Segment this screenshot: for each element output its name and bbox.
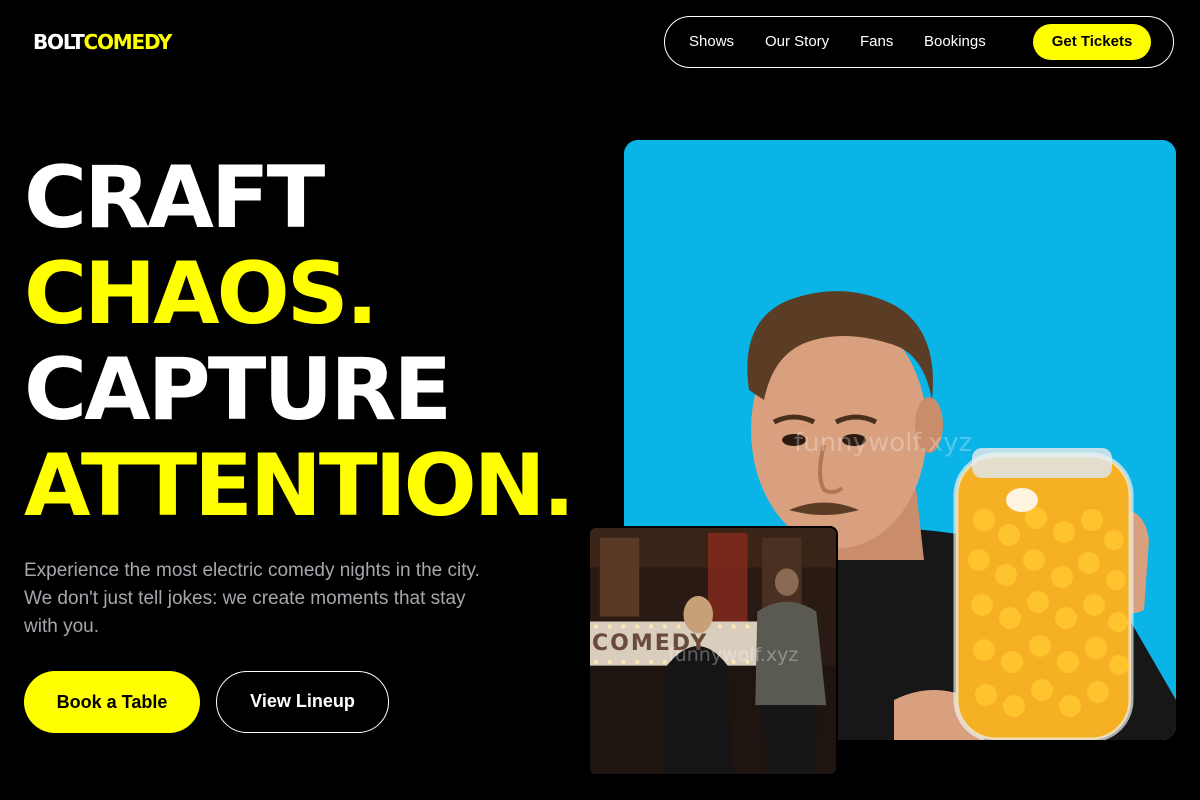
landing-page: BOLTCOMEDY Shows Our Story Fans Bookings…	[0, 0, 1200, 800]
nav-item-fans[interactable]: Fans	[860, 33, 893, 51]
hero-description: Experience the most electric comedy nigh…	[24, 560, 480, 637]
headline-line-attention: ATTENTION.	[24, 436, 575, 536]
logo-part-comedy: COMEDY	[83, 30, 173, 54]
get-tickets-button[interactable]: Get Tickets	[1033, 24, 1151, 60]
headline-line-chaos: CHAOS.	[24, 244, 378, 344]
hero-headline: CRAFT CHAOS. CAPTURE ATTENTION.	[24, 148, 575, 536]
nav-item-bookings[interactable]: Bookings	[924, 33, 986, 51]
brand-logo[interactable]: BOLTCOMEDY	[33, 30, 173, 54]
nav-item-shows[interactable]: Shows	[689, 33, 734, 51]
headline-line-capture: CAPTURE	[24, 340, 452, 440]
logo-part-bolt: BOLT	[33, 30, 85, 54]
view-lineup-button[interactable]: View Lineup	[216, 671, 389, 733]
main-nav: Shows Our Story Fans Bookings Get Ticket…	[664, 16, 1174, 68]
nav-item-our-story[interactable]: Our Story	[765, 33, 829, 51]
headline-line-craft: CRAFT	[24, 148, 325, 248]
inset-photo-watermark: funnywolf.xyz	[668, 644, 799, 666]
main-photo-watermark: funnywolf.xyz	[794, 428, 973, 458]
book-table-button[interactable]: Book a Table	[24, 671, 200, 733]
venue-photo: COMEDY funnywolf.xyz	[588, 526, 838, 776]
